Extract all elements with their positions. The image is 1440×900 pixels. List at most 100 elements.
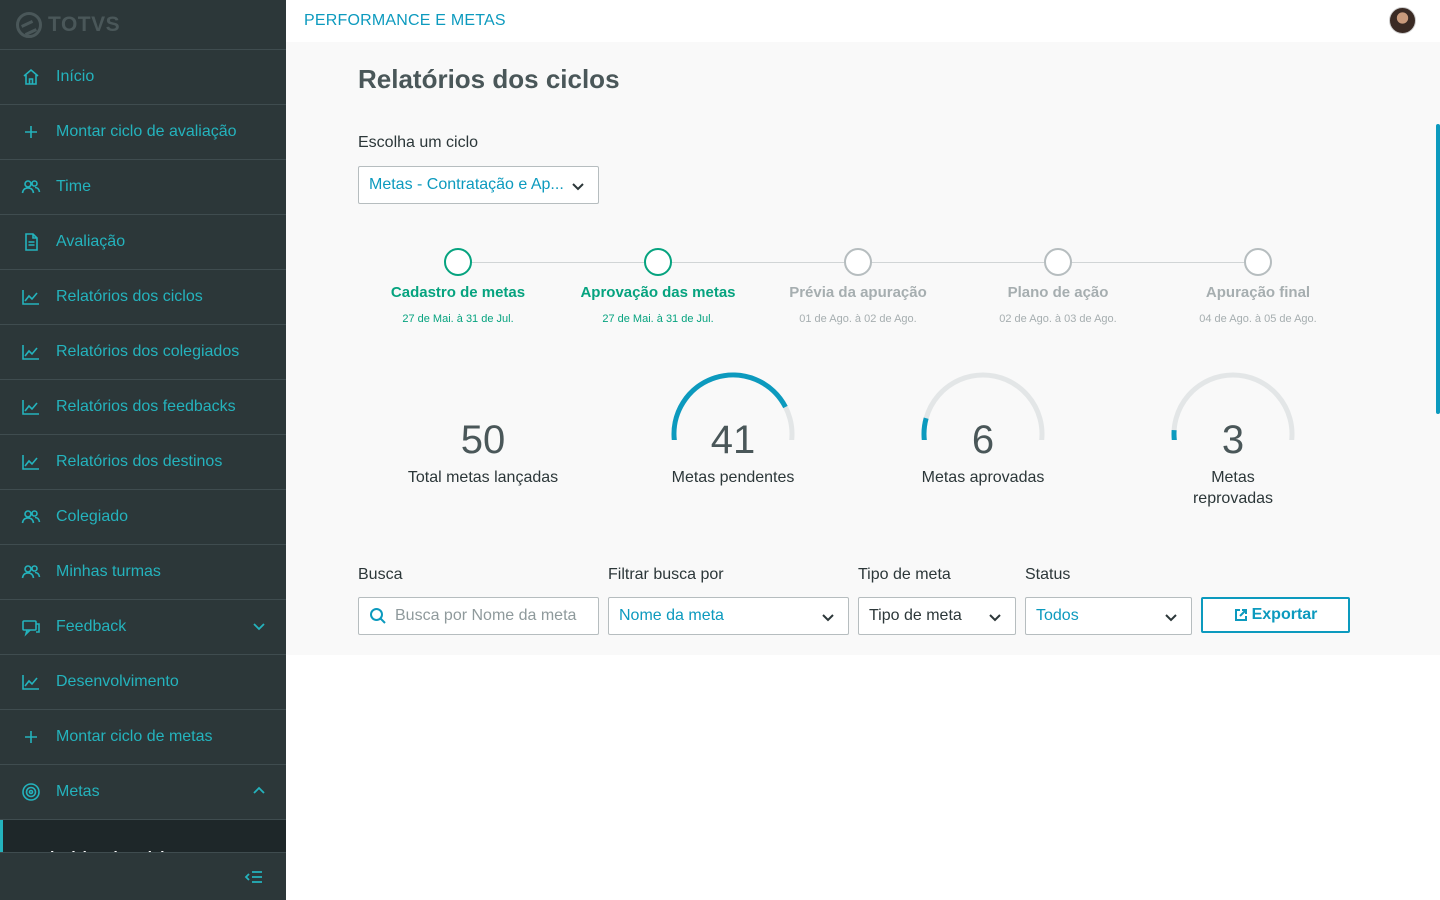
sidebar-item-avaliacao[interactable]: Avaliação (0, 215, 286, 270)
external-link-icon (1234, 608, 1248, 622)
sidebar-item-relatorios-ciclos[interactable]: Relatórios dos ciclos (0, 270, 286, 325)
step-aprovacao-metas: Aprovação das metas 27 de Mai. à 31 de J… (558, 248, 758, 325)
step-label: Aprovação das metas (580, 284, 736, 301)
sidebar-item-desenvolvimento[interactable]: Desenvolvimento (0, 655, 286, 710)
totvs-logo-icon (16, 11, 42, 38)
stat-value: 3 (1221, 418, 1245, 462)
step-dates: 27 de Mai. à 31 de Jul. (402, 313, 514, 325)
users-icon (20, 176, 42, 198)
search-field[interactable] (358, 597, 599, 635)
sidebar-item-label: Relatórios dos ciclos (56, 288, 203, 305)
chat-icon (20, 616, 42, 638)
app-title: PERFORMANCE E METAS (304, 12, 506, 29)
topbar: PERFORMANCE E METAS (286, 0, 1440, 42)
sidebar-item-relatorios-colegiados[interactable]: Relatórios dos colegiados (0, 325, 286, 380)
export-button[interactable]: Exportar (1201, 597, 1350, 633)
sidebar-item-colegiado[interactable]: Colegiado (0, 490, 286, 545)
filter-by-select[interactable]: Nome da meta (608, 597, 849, 635)
sidebar-item-label: Avaliação (56, 233, 126, 250)
page-title: Relatórios dos ciclos (358, 64, 620, 94)
step-dates: 27 de Mai. à 31 de Jul. (602, 313, 714, 325)
step-plano-acao: Plano de ação 02 de Ago. à 03 de Ago. (958, 248, 1158, 325)
stat-pending: 41 Metas pendentes (633, 370, 833, 488)
stat-total: 50 Total metas lançadas (383, 370, 583, 488)
step-circle (1044, 248, 1072, 276)
step-dates: 02 de Ago. à 03 de Ago. (999, 313, 1117, 325)
chart-icon (20, 286, 42, 308)
sidebar: TOTVS Início Montar ciclo de avaliação T… (0, 0, 286, 900)
export-label: Exportar (1251, 606, 1318, 623)
stat-label: Metas reprovadas (1192, 469, 1274, 507)
sidebar-item-minhas-turmas[interactable]: Minhas turmas (0, 545, 286, 600)
stat-value: 50 (460, 418, 506, 462)
type-select[interactable]: Tipo de meta (858, 597, 1016, 635)
main-content: Relatórios dos ciclos Escolha um ciclo M… (286, 42, 1440, 655)
step-circle (444, 248, 472, 276)
sidebar-item-label: Metas (56, 783, 100, 800)
status-value: Todos (1036, 607, 1079, 624)
plus-icon (20, 121, 42, 143)
step-label: Apuração final (1205, 284, 1311, 301)
chevron-down-icon (1165, 610, 1177, 622)
stat-label: Total metas lançadas (407, 469, 559, 486)
search-icon (369, 607, 387, 625)
step-apuracao-final: Apuração final 04 de Ago. à 05 de Ago. (1158, 248, 1358, 325)
logo[interactable]: TOTVS (0, 0, 286, 50)
chevron-down-icon (572, 179, 584, 191)
sidebar-item-montar-ciclo-avaliacao[interactable]: Montar ciclo de avaliação (0, 105, 286, 160)
chevron-down-icon (822, 610, 834, 622)
step-circle (1244, 248, 1272, 276)
step-label: Prévia da apuração (789, 284, 927, 301)
target-icon (20, 781, 42, 803)
search-input[interactable] (395, 607, 585, 625)
status-label: Status (1025, 566, 1071, 583)
sidebar-item-montar-ciclo-metas[interactable]: Montar ciclo de metas (0, 710, 286, 765)
step-label: Plano de ação (1007, 284, 1109, 301)
chart-icon (20, 396, 42, 418)
sidebar-item-label: Montar ciclo de metas (56, 728, 213, 745)
document-icon (20, 231, 42, 253)
filter-by-value: Nome da meta (619, 607, 724, 624)
chart-icon (20, 451, 42, 473)
sidebar-footer (0, 852, 286, 900)
cycle-select[interactable]: Metas - Contratação e Ap... (358, 166, 599, 204)
step-label: Cadastro de metas (390, 284, 526, 301)
stat-value: 6 (971, 418, 995, 462)
sidebar-item-inicio[interactable]: Início (0, 50, 286, 105)
status-select[interactable]: Todos (1025, 597, 1192, 635)
step-cadastro-metas: Cadastro de metas 27 de Mai. à 31 de Jul… (358, 248, 558, 325)
collapse-menu-icon[interactable] (244, 867, 264, 887)
stat-approved: 6 Metas aprovadas (883, 370, 1083, 488)
sidebar-item-relatorios-destinos[interactable]: Relatórios dos destinos (0, 435, 286, 490)
step-dates: 04 de Ago. à 05 de Ago. (1199, 313, 1317, 325)
sidebar-item-label: Relatórios dos colegiados (56, 343, 240, 360)
avatar[interactable] (1389, 7, 1416, 34)
sidebar-item-metas[interactable]: Metas (0, 765, 286, 820)
stat-value: 41 (710, 418, 756, 462)
type-label: Tipo de meta (858, 566, 951, 583)
stat-label: Metas pendentes (671, 469, 795, 486)
sidebar-item-relatorios-feedbacks[interactable]: Relatórios dos feedbacks (0, 380, 286, 435)
sidebar-item-label: Relatórios dos destinos (56, 453, 223, 470)
sidebar-item-time[interactable]: Time (0, 160, 286, 215)
search-label: Busca (358, 566, 403, 583)
content-empty-area (286, 655, 1440, 900)
type-value: Tipo de meta (869, 607, 962, 624)
step-circle (844, 248, 872, 276)
scrollbar-thumb[interactable] (1436, 124, 1440, 414)
users-icon (20, 506, 42, 528)
chevron-down-icon (989, 610, 1001, 622)
step-previa-apuracao: Prévia da apuração 01 de Ago. à 02 de Ag… (758, 248, 958, 325)
sidebar-item-label: Minhas turmas (56, 563, 161, 580)
stat-rejected: 3 Metas reprovadas (1133, 370, 1333, 509)
step-circle (644, 248, 672, 276)
sidebar-item-label: Desenvolvimento (56, 673, 179, 690)
chevron-down-icon[interactable] (252, 619, 266, 633)
sidebar-item-label: Início (56, 68, 95, 85)
chevron-up-icon[interactable] (252, 784, 266, 798)
chart-icon (20, 341, 42, 363)
step-dates: 01 de Ago. à 02 de Ago. (799, 313, 917, 325)
sidebar-item-feedback[interactable]: Feedback (0, 600, 286, 655)
sidebar-item-label: Colegiado (56, 508, 129, 525)
logo-text: TOTVS (48, 12, 121, 36)
